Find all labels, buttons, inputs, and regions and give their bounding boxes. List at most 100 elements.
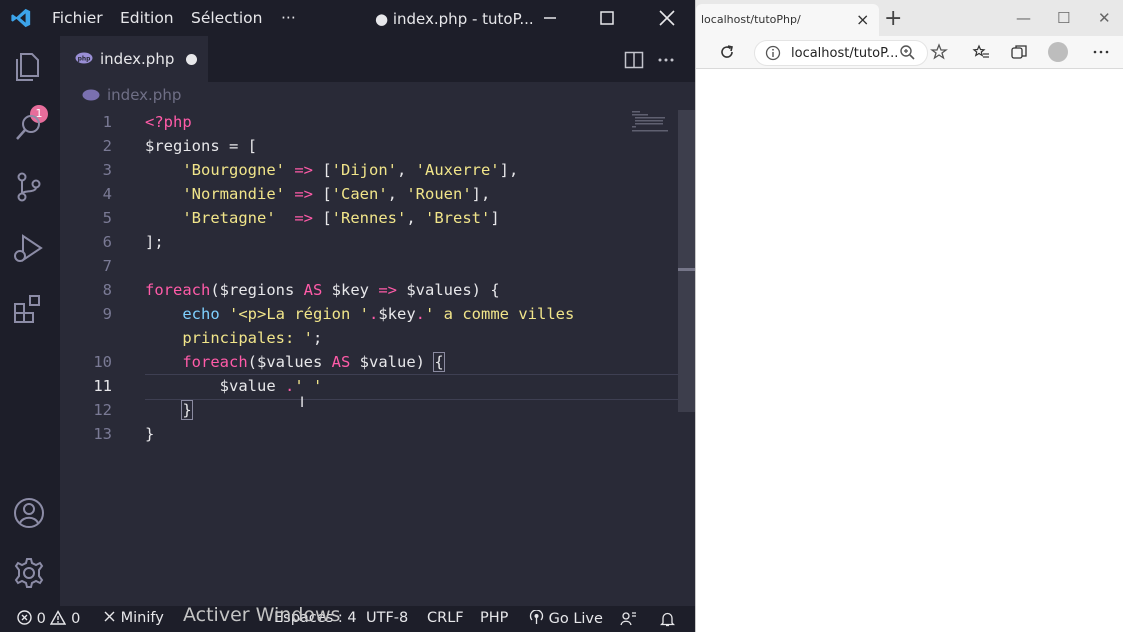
scrollbar-cursor-marker <box>678 268 695 271</box>
encoding-status[interactable]: UTF-8 <box>366 610 408 626</box>
code-token: $key <box>322 281 379 299</box>
code-token: $value <box>219 377 285 395</box>
tab-index-php[interactable]: php index.php <box>60 36 208 82</box>
go-live-button[interactable]: Go Live <box>529 609 603 627</box>
minify-button[interactable]: Minify <box>103 610 164 626</box>
language-mode-status[interactable]: PHP <box>480 610 508 626</box>
code-line: 12 } <box>60 398 678 422</box>
code-token: $value) <box>350 353 435 371</box>
line-number: 12 <box>93 401 112 419</box>
favorite-star-icon[interactable] <box>930 43 948 61</box>
code-line: 4 'Normandie' => ['Caen', 'Rouen'], <box>60 182 678 206</box>
more-actions-icon[interactable] <box>656 51 676 69</box>
breadcrumb-file[interactable]: index.php <box>107 86 181 104</box>
browser-page-content[interactable] <box>696 69 1123 632</box>
eol-status[interactable]: CRLF <box>427 610 464 626</box>
code-line: 13 } <box>60 422 678 446</box>
code-string: 'Bourgogne' <box>182 161 285 179</box>
line-number: 4 <box>102 185 112 203</box>
source-control-icon[interactable] <box>12 170 46 204</box>
code-line: 6 ]; <box>60 230 678 254</box>
broadcast-icon <box>529 609 544 624</box>
profile-avatar[interactable] <box>1048 42 1068 62</box>
code-string: '<p>La région ' <box>229 305 369 323</box>
warning-count: 0 <box>71 611 81 627</box>
split-editor-icon[interactable] <box>624 51 644 69</box>
code-token: [ <box>322 185 332 203</box>
code-line: 9 echo '<p>La région '.$key.' a comme vi… <box>60 302 678 326</box>
code-token: $regions <box>145 137 220 155</box>
matched-bracket: { <box>433 352 445 372</box>
favorites-list-icon[interactable] <box>972 43 990 61</box>
search-icon[interactable] <box>12 110 46 144</box>
browser-menu-icon[interactable] <box>1092 43 1110 61</box>
vertical-scrollbar[interactable] <box>678 110 695 412</box>
browser-close-icon[interactable]: ✕ <box>1098 9 1111 27</box>
title-bar: Fichier Edition Sélection ··· ● index.ph… <box>0 0 695 36</box>
extensions-icon[interactable] <box>12 292 46 326</box>
browser-minimize-icon[interactable]: — <box>1016 9 1031 27</box>
code-string: 'Dijon' <box>331 161 397 179</box>
run-debug-icon[interactable] <box>12 232 46 266</box>
refresh-icon[interactable] <box>718 43 736 61</box>
feedback-icon[interactable] <box>620 611 637 627</box>
php-open-tag: <?php <box>145 113 192 131</box>
collections-icon[interactable] <box>1010 43 1028 61</box>
close-icon[interactable] <box>655 6 679 30</box>
line-number-active: 11 <box>93 377 112 395</box>
new-tab-icon[interactable]: + <box>884 6 902 31</box>
menu-selection[interactable]: Sélection <box>191 9 262 27</box>
minimap[interactable] <box>630 110 675 134</box>
code-operator: . <box>368 305 379 323</box>
code-keyword: AS <box>303 281 323 299</box>
menu-more[interactable]: ··· <box>281 9 296 27</box>
code-operator: => <box>284 161 323 179</box>
code-line: 8 foreach($regions AS $key => $values) { <box>60 278 678 302</box>
line-number: 5 <box>102 209 112 227</box>
tab-close-icon[interactable]: × <box>856 10 869 29</box>
settings-gear-icon[interactable] <box>12 556 46 590</box>
line-number: 8 <box>102 281 112 299</box>
tab-label: index.php <box>100 50 175 68</box>
menu-edition[interactable]: Edition <box>120 9 174 27</box>
line-number: 10 <box>93 353 112 371</box>
zoom-icon[interactable] <box>898 43 916 61</box>
browser-tab[interactable]: localhost/tutoPhp/ × <box>696 4 879 36</box>
code-line: 10 foreach($values AS $value) { <box>60 350 678 374</box>
browser-maximize-icon[interactable]: ☐ <box>1057 9 1070 27</box>
line-number: 7 <box>102 257 112 275</box>
site-info-icon[interactable] <box>765 45 781 61</box>
svg-text:php: php <box>78 56 92 63</box>
code-string: 'Normandie' <box>182 185 285 203</box>
minimize-icon[interactable] <box>538 6 562 30</box>
code-token: ($regions <box>210 281 304 299</box>
code-operator: . <box>284 377 295 395</box>
maximize-icon[interactable] <box>595 6 619 30</box>
menu-fichier[interactable]: Fichier <box>52 9 103 27</box>
warning-icon <box>50 610 67 625</box>
notifications-bell-icon[interactable] <box>660 611 675 627</box>
unsaved-dot-icon[interactable] <box>186 54 197 65</box>
minify-label: Minify <box>120 610 164 626</box>
line-number: 1 <box>102 113 112 131</box>
line-number: 6 <box>102 233 112 251</box>
accounts-icon[interactable] <box>12 496 46 530</box>
editor-tab-bar: php index.php <box>60 36 695 82</box>
code-string: ' ' <box>294 377 323 395</box>
code-editor[interactable]: 1 <?php 2 $regions = [ 3 'Bourgogne' => … <box>60 110 685 606</box>
code-token: , <box>387 185 407 203</box>
line-number: 9 <box>102 305 112 323</box>
problems-indicator[interactable]: 0 0 <box>17 610 80 627</box>
code-token: , <box>406 209 425 227</box>
url-text[interactable]: localhost/tutoP... <box>791 46 898 61</box>
code-token: ], <box>471 185 491 203</box>
code-string: 'Caen' <box>331 185 388 203</box>
code-line: 1 <?php <box>60 110 678 134</box>
explorer-icon[interactable] <box>12 50 46 84</box>
